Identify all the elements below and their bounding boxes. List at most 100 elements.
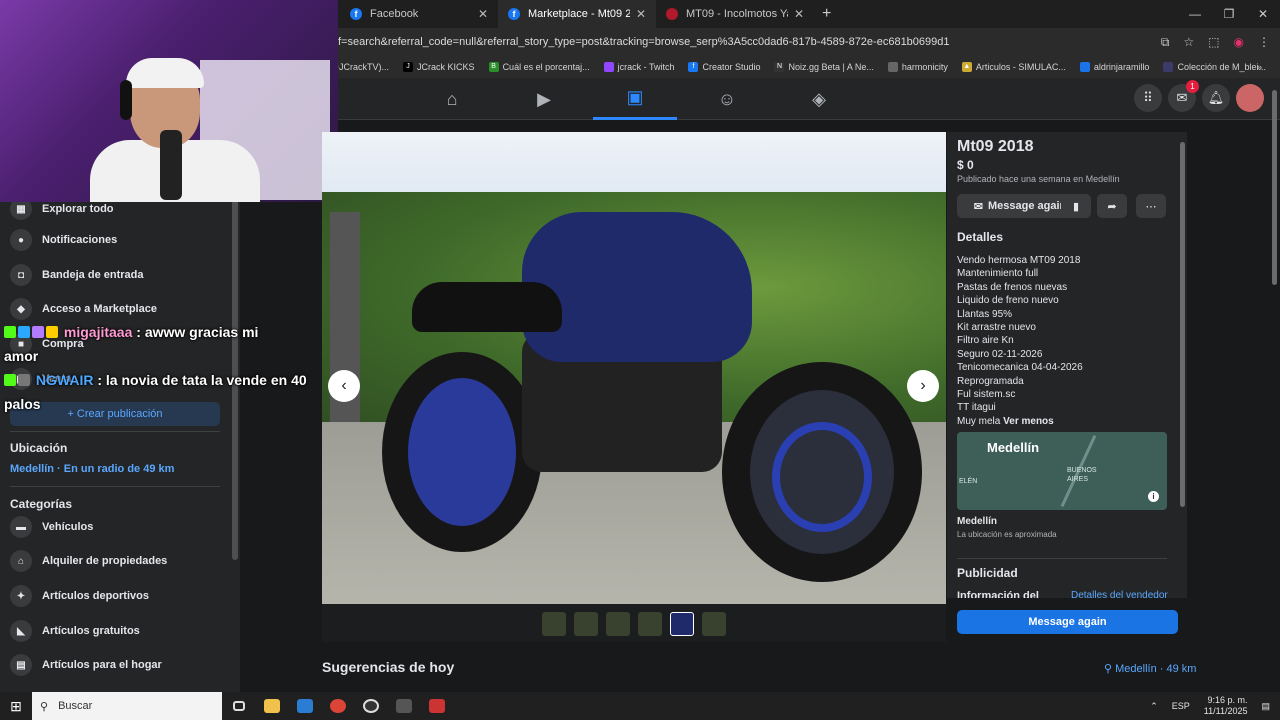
bookmark-label: Creator Studio (702, 62, 761, 72)
detail-line: Seguro 02-11-2026 (957, 348, 1043, 360)
location-map[interactable]: Medellín BUENOS AIRES ELÉN i (957, 432, 1167, 510)
menu-grid-icon[interactable]: ⠿ (1134, 84, 1162, 112)
minimize-icon[interactable]: — (1178, 0, 1212, 28)
headphones-graphic (120, 80, 132, 120)
obs-icon[interactable] (354, 692, 387, 720)
seller-details-link[interactable]: Detalles del vendedor (1071, 590, 1168, 598)
see-less-link[interactable]: Ver menos (1003, 416, 1054, 427)
notifications-icon[interactable]: ▤ (1261, 701, 1270, 712)
close-icon[interactable]: ✕ (636, 7, 646, 21)
close-icon[interactable]: ✕ (478, 7, 488, 21)
chevron-left-icon: ‹ (341, 377, 347, 394)
bookmark-item[interactable]: f Creator Studio (688, 62, 760, 72)
previous-photo-button[interactable]: ‹ (328, 370, 360, 402)
category-vehicles[interactable]: ▬ Vehículos (10, 516, 93, 538)
category-sports[interactable]: ✦ Artículos deportivos (10, 585, 149, 607)
messenger-icon[interactable]: ✉ 1 (1168, 80, 1199, 112)
rear-wheel-graphic (382, 352, 542, 552)
new-tab-button[interactable]: + (822, 5, 831, 23)
bookmark-item[interactable]: harmonicity (887, 62, 948, 72)
menu-icon[interactable]: ⋮ (1258, 35, 1270, 49)
app-icon[interactable] (387, 692, 420, 720)
address-bar-icons: ⧉ ☆ ⬚ ◉ ⋮ (1161, 28, 1270, 56)
file-explorer-icon[interactable] (255, 692, 288, 720)
map-edge-label: ELÉN (959, 478, 978, 485)
outlook-icon[interactable] (288, 692, 321, 720)
suggestions-location-link[interactable]: ⚲ Medellín · 49 km (1104, 662, 1196, 675)
chevron-right-icon[interactable]: » (1257, 62, 1262, 72)
extensions-icon[interactable]: ⬚ (1208, 35, 1219, 49)
bookmark-label: Colección de M_blei... (1177, 62, 1266, 72)
chevron-right-icon: › (920, 377, 926, 394)
photo-thumbnail[interactable] (670, 612, 694, 636)
task-view-icon[interactable] (222, 692, 255, 720)
publicity-heading: Publicidad (957, 566, 1018, 580)
bookmark-item[interactable]: J JCrack KICKS (403, 62, 475, 72)
profile-icon[interactable]: ◉ (1234, 35, 1244, 49)
kick-badge-icon (4, 374, 16, 386)
video-icon[interactable]: ▶ (502, 78, 586, 120)
clock[interactable]: 9:16 p. m. 11/11/2025 (1204, 695, 1248, 717)
car-icon: ▬ (10, 516, 32, 538)
language-indicator[interactable]: ESP (1172, 701, 1190, 711)
details-text: Vendo hermosa MT09 2018 Mantenimiento fu… (957, 254, 1083, 428)
restore-icon[interactable]: ❐ (1212, 0, 1246, 28)
location-heading: Ubicación (10, 441, 68, 455)
marketplace-icon[interactable]: ▣ (593, 78, 677, 120)
category-home[interactable]: ▤ Artículos para el hogar (10, 654, 162, 676)
yamaha-icon (666, 8, 678, 20)
install-icon[interactable]: ⧉ (1161, 35, 1170, 50)
next-photo-button[interactable]: › (907, 370, 939, 402)
bookmark-item[interactable]: B Cuál es el porcentaj... (488, 62, 590, 72)
category-free[interactable]: ◣ Artículos gratuitos (10, 620, 140, 642)
photo-thumbnail[interactable] (606, 612, 630, 636)
photo-thumbnail[interactable] (542, 612, 566, 636)
bookmark-item[interactable]: ▲ Articulos - SIMULAC... (961, 62, 1066, 72)
fl-studio-icon[interactable] (420, 692, 453, 720)
bookmark-item[interactable]: Colección de M_blei... (1163, 62, 1266, 72)
windows-start-icon[interactable]: ⊞ (0, 698, 32, 715)
groups-icon[interactable]: ☺ (685, 78, 769, 120)
categories-heading: Categorías (10, 497, 73, 511)
category-rentals[interactable]: ⌂ Alquiler de propiedades (10, 550, 167, 572)
save-button[interactable]: ▮ (1061, 194, 1091, 218)
more-options-button[interactable]: ⋯ (1136, 194, 1166, 218)
location-filter[interactable]: Medellín · En un radio de 49 km (10, 463, 174, 475)
tab-marketplace[interactable]: f Marketplace - Mt09 2018 | Face ✕ (498, 0, 656, 28)
photo-thumbnail[interactable] (702, 612, 726, 636)
photo-thumbnail[interactable] (574, 612, 598, 636)
page-scrollbar[interactable] (1272, 90, 1277, 285)
sidebar-item-inbox[interactable]: ◘ Bandeja de entrada (10, 264, 143, 286)
avatar[interactable] (1236, 84, 1264, 112)
bookmark-item[interactable]: N Noiz.gg Beta | A Ne... (774, 62, 874, 72)
photo-thumbnail[interactable] (638, 612, 662, 636)
map-neighborhood-label: BUENOS AIRES (1067, 466, 1097, 484)
bookmark-icon: ▮ (1072, 200, 1080, 213)
sidebar-item-access[interactable]: ◆ Acceso a Marketplace (10, 298, 157, 320)
messenger-icon: ✉ (973, 200, 983, 213)
message-again-button[interactable]: Message again (957, 610, 1178, 634)
category-label: Alquiler de propiedades (42, 555, 168, 567)
details-scrollbar[interactable] (1180, 142, 1185, 507)
star-icon[interactable]: ☆ (1183, 35, 1194, 49)
sidebar-item-notifications[interactable]: ● Notificaciones (10, 229, 117, 251)
close-icon[interactable]: ✕ (794, 7, 804, 21)
url-field[interactable]: f=search&referral_code=null&referral_sto… (338, 36, 1118, 48)
bookmark-item[interactable]: aldrinjaramillo (1079, 62, 1149, 72)
bookmark-item[interactable]: jcrack - Twitch (603, 62, 674, 72)
tab-facebook[interactable]: f Facebook ✕ (340, 0, 498, 28)
tab-incolmotos[interactable]: MT09 - Incolmotos Yamaha ✕ (656, 0, 814, 28)
info-icon[interactable]: i (1148, 491, 1159, 502)
chrome-icon[interactable] (321, 692, 354, 720)
taskbar-search[interactable]: ⚲ Buscar (32, 692, 222, 720)
close-window-icon[interactable]: ✕ (1246, 0, 1280, 28)
home-icon: ▤ (10, 654, 32, 676)
sidebar-item-label: Explorar todo (42, 203, 114, 215)
detail-line: Muy mela Ver menos (957, 415, 1083, 428)
chevron-up-icon[interactable]: ⌃ (1150, 701, 1158, 712)
share-button[interactable]: ➦ (1097, 194, 1127, 218)
gaming-icon[interactable]: ◈ (777, 78, 861, 120)
suggestions-location-label: Medellín · 49 km (1115, 663, 1197, 675)
bell-icon[interactable]: 🔔︎ (1202, 84, 1230, 112)
home-icon[interactable]: ⌂ (410, 78, 494, 120)
